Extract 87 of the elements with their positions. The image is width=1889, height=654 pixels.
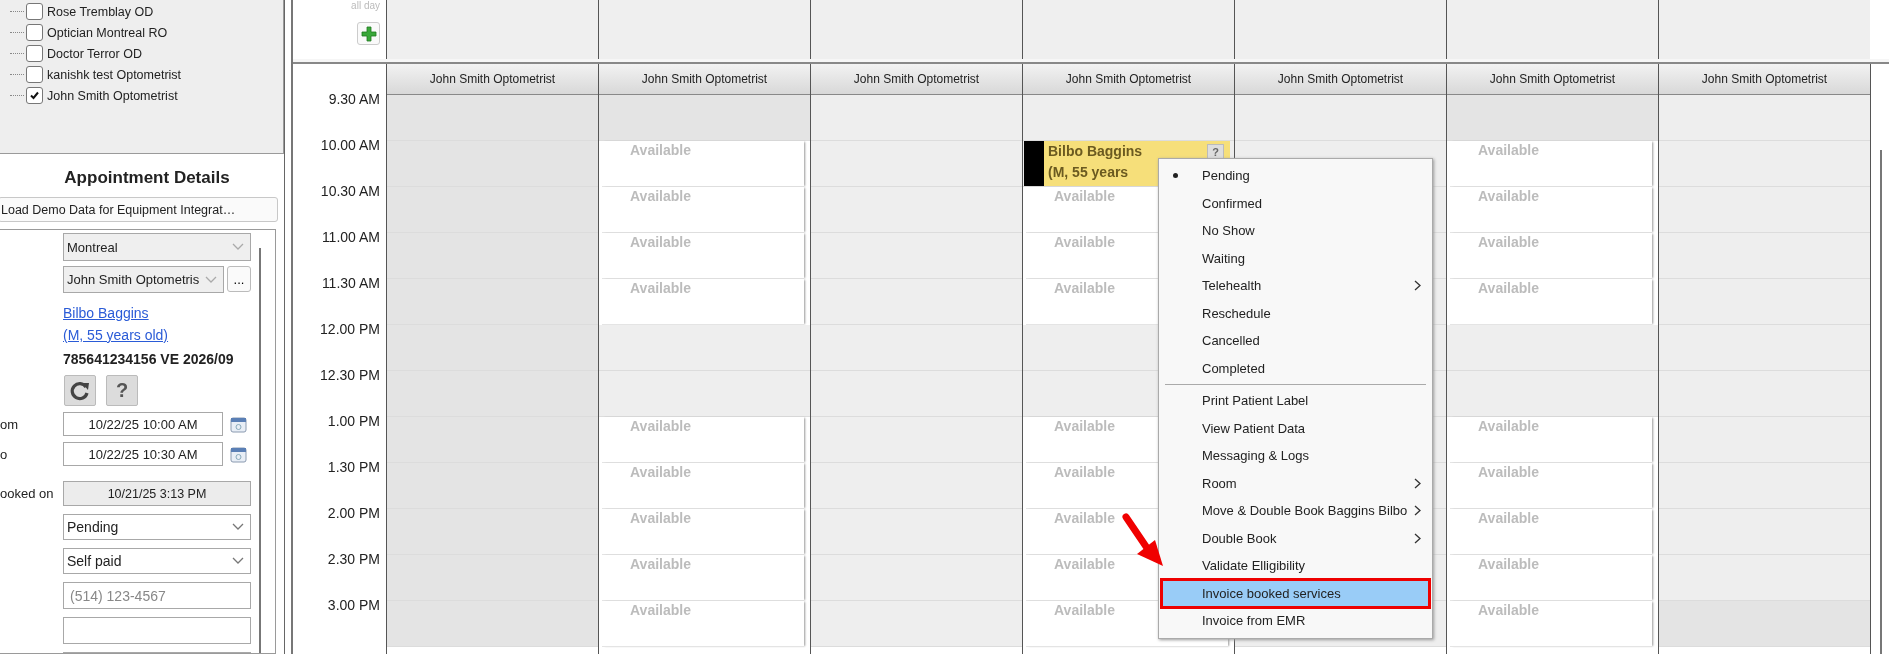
time-label: 3.00 PM [327,597,380,613]
patient-info: (M, 55 years [1048,163,1130,182]
time-label: 2.00 PM [327,505,380,521]
column-header: John Smith Optometrist [1659,64,1870,95]
tree-item-label[interactable]: kanishk test Optometrist [47,67,182,82]
available-slot: Available [602,509,804,555]
available-slot: Available [602,233,804,279]
available-slot: Available [602,279,804,325]
patient-info-link[interactable]: (M, 55 years old) [63,324,169,346]
time-label: 9.30 AM [328,91,380,107]
calendar-icon[interactable] [230,445,247,463]
refresh-icon [69,379,91,402]
booked-on-field: 10/21/25 3:13 PM [63,481,251,506]
column-header: John Smith Optometrist [1447,64,1658,95]
time-label: 10.00 AM [320,137,380,153]
input-field[interactable]: (514) 123-4567 [63,582,251,609]
menu-item[interactable]: Print Patient Label [1162,387,1429,415]
checkbox[interactable] [26,66,43,83]
available-slot: Available [1450,233,1652,279]
time-label: 11.00 AM [321,229,380,245]
time-label: 1.30 PM [327,459,380,475]
available-slot: Available [1450,417,1652,463]
input-field[interactable] [63,617,251,644]
available-slot: Available [602,555,804,601]
location-dropdown[interactable]: Montreal [63,233,251,261]
column-header: John Smith Optometrist [811,64,1022,95]
tree-item-label[interactable]: Optician Montreal RO [47,25,168,40]
refresh-button[interactable] [64,375,96,406]
available-slot: Available [602,463,804,509]
time-label: 1.00 PM [327,413,380,429]
available-slot: Available [602,187,804,233]
available-slot: Available [1450,463,1652,509]
more-button[interactable]: ... [227,266,251,292]
field-label: o [0,446,8,462]
card-number: 785641234156 VE 2026/09 [63,351,234,367]
pointer-arrow [1121,512,1165,568]
available-slot: Available [1450,279,1652,325]
tree-item-label[interactable]: John Smith Optometrist [47,88,178,103]
chevron-down-icon [232,557,244,565]
checkbox[interactable] [26,24,43,41]
time-label: 12.30 PM [320,367,380,383]
calendar-icon[interactable] [230,415,247,433]
available-slot: Available [1450,141,1652,187]
tree-item-label[interactable]: Rose Tremblay OD [47,4,154,19]
scrollbar[interactable] [259,248,261,653]
check-icon [29,90,40,101]
scrollbar[interactable] [1880,150,1882,654]
chevron-down-icon [205,275,217,284]
chevron-down-icon [232,243,244,251]
available-slot: Available [602,417,804,463]
section-title: Appointment Details [63,167,231,189]
menu-item[interactable]: Invoice booked services [1162,579,1429,607]
available-slot: Available [1450,187,1652,233]
chevron-down-icon [232,523,244,531]
plus-icon [360,25,377,42]
dropdown[interactable]: Pending [63,514,251,540]
checkbox[interactable] [26,45,43,62]
load-demo-button[interactable]: Load Demo Data for Equipment Integrat… [0,197,278,222]
available-slot: Available [602,601,804,647]
help-button[interactable]: ? [106,375,138,406]
date-field[interactable]: 10/22/25 10:00 AM [63,412,223,436]
column-header: John Smith Optometrist [1023,64,1234,95]
available-slot: Available [1450,555,1652,601]
time-label: 12.00 PM [320,321,380,337]
column-header: John Smith Optometrist [387,64,598,95]
dropdown[interactable]: Self paid [63,548,251,574]
patient-name-link[interactable]: Bilbo Baggins [63,302,149,324]
field-label: ooked on [0,486,54,501]
patient-name: Bilbo Baggins [1048,142,1143,161]
available-slot: Available [602,141,804,187]
available-slot: Available [1450,601,1652,647]
field-label: om [0,416,19,432]
time-label: 2.30 PM [327,551,380,567]
available-slot: Available [1450,509,1652,555]
menu-item[interactable]: Cancelled [1162,327,1429,355]
column-header: John Smith Optometrist [1235,64,1446,95]
all-day-label: all day [351,0,380,11]
time-label: 10.30 AM [320,183,380,199]
date-field[interactable]: 10/22/25 10:30 AM [63,442,223,466]
add-button[interactable] [357,22,380,45]
column-header: John Smith Optometrist [599,64,810,95]
checkbox[interactable] [26,3,43,20]
menu-item[interactable]: Completed [1162,354,1429,382]
provider-dropdown[interactable]: John Smith Optometris [63,266,224,293]
tree-item-label[interactable]: Doctor Terror OD [47,46,142,61]
checkbox[interactable] [26,87,43,104]
time-label: 11.30 AM [321,275,380,291]
